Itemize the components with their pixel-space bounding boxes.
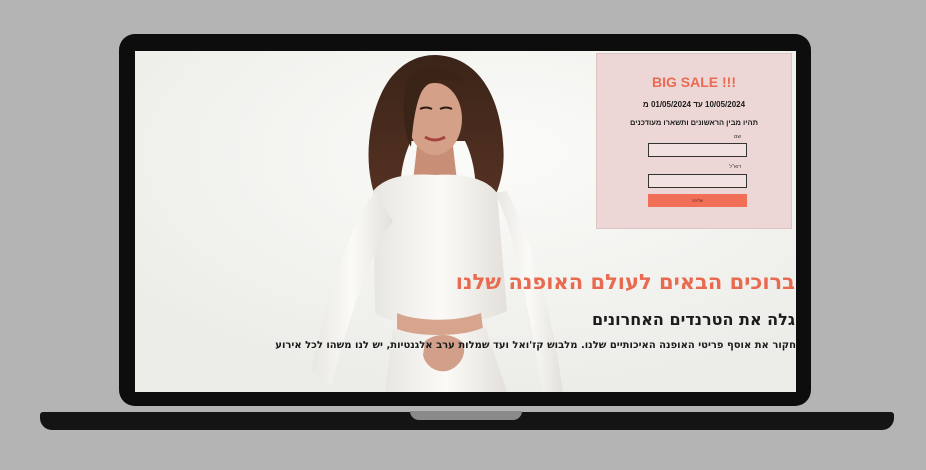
sale-title: !!! BIG SALE [651, 74, 736, 90]
name-input[interactable] [648, 143, 747, 157]
hero-title: ברוכים הבאים לעולם האופנה שלנו [455, 270, 795, 294]
submit-button[interactable]: שליחה [648, 194, 747, 207]
hero-description: חקור את אוסף פריטי האופנה האיכותיים שלנו… [275, 340, 796, 351]
sale-dates: 10/05/2024 עד 01/05/2024 מ [642, 100, 746, 109]
website-screen: !!! BIG SALE 10/05/2024 עד 01/05/2024 מ … [135, 51, 796, 392]
sale-signup-card: !!! BIG SALE 10/05/2024 עד 01/05/2024 מ … [596, 53, 792, 229]
name-label: שם [733, 134, 741, 140]
email-label: דוא"ל [729, 164, 741, 170]
hero-subtitle: גלה את הטרנדים האחרונים [592, 310, 795, 329]
email-input[interactable] [648, 174, 747, 188]
laptop-notch [410, 411, 522, 420]
sale-tagline: תהיו מבין הראשונים ותשארו מעודכנים [629, 118, 759, 127]
